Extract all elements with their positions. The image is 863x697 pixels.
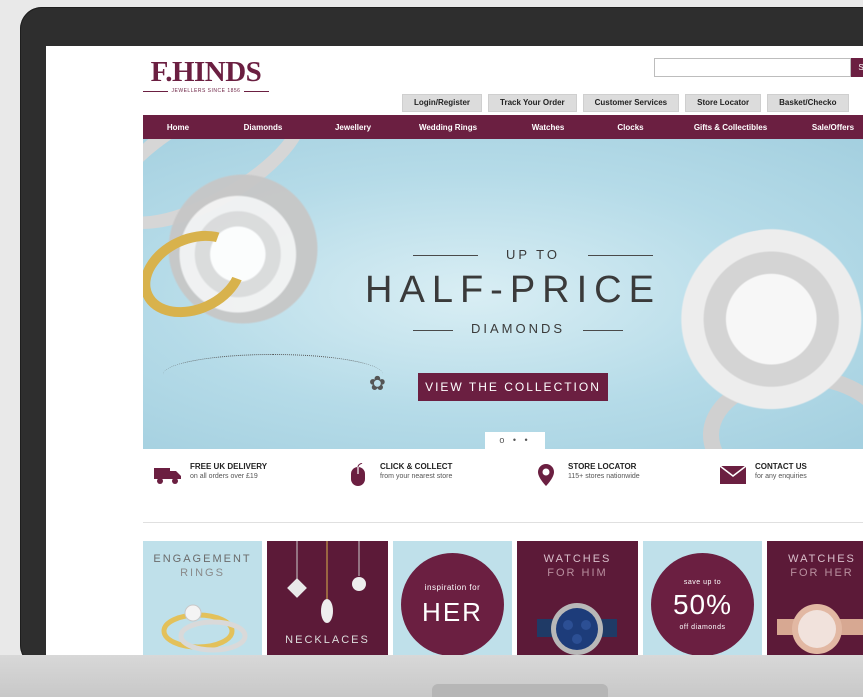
tile-save-diamonds[interactable]: save up to 50% off diamonds bbox=[643, 541, 762, 655]
hero-subtitle: DIAMONDS bbox=[470, 321, 566, 336]
site-logo[interactable]: F.HINDS JEWELLERS SINCE 1856 bbox=[143, 57, 269, 94]
feature-title: STORE LOCATOR bbox=[568, 462, 637, 471]
login-register-link[interactable]: Login/Register bbox=[402, 94, 483, 112]
website-screen: F.HINDS JEWELLERS SINCE 1856 S Login/Reg… bbox=[46, 46, 863, 655]
mens-watch-image bbox=[537, 603, 617, 655]
hero-line-right bbox=[588, 255, 653, 256]
hero-line-left-2 bbox=[413, 330, 453, 331]
tile-caption: off diamonds bbox=[679, 624, 726, 631]
nav-gifts-collectibles[interactable]: Gifts & Collectibles bbox=[668, 123, 793, 132]
basket-checkout-link[interactable]: Basket/Checko bbox=[767, 94, 849, 112]
store-locator-link[interactable]: Store Locator bbox=[685, 94, 762, 112]
feature-contact[interactable]: CONTACT US for any enquiries bbox=[719, 462, 807, 488]
nav-wedding-rings[interactable]: Wedding Rings bbox=[393, 123, 503, 132]
tile-engagement-rings[interactable]: ENGAGEMENT RINGS bbox=[143, 541, 262, 655]
tile-title: ENGAGEMENT bbox=[153, 553, 252, 565]
tile-watches-him[interactable]: WATCHES FOR HIM bbox=[517, 541, 638, 655]
feature-subtitle: from your nearest store bbox=[380, 473, 453, 480]
nav-jewellery[interactable]: Jewellery bbox=[313, 123, 393, 132]
tile-title: WATCHES bbox=[543, 553, 612, 565]
hero-banner[interactable]: UP TO HALF-PRICE DIAMONDS ✿ VIEW THE COL… bbox=[143, 139, 863, 449]
feature-subtitle: for any enquiries bbox=[755, 473, 807, 480]
utility-links: Login/Register Track Your Order Customer… bbox=[402, 94, 849, 112]
nav-diamonds[interactable]: Diamonds bbox=[213, 123, 313, 132]
tile-title: HER bbox=[422, 597, 483, 627]
track-order-link[interactable]: Track Your Order bbox=[488, 94, 577, 112]
search-input[interactable] bbox=[654, 58, 851, 77]
truck-icon bbox=[154, 462, 182, 488]
feature-title: CONTACT US bbox=[755, 462, 807, 471]
tile-subtitle: save up to bbox=[683, 579, 722, 586]
womens-watch-image bbox=[777, 604, 863, 654]
slider-dots[interactable]: o • • bbox=[485, 432, 545, 449]
tile-title: NECKLACES bbox=[285, 634, 370, 646]
hero-up-to: UP TO bbox=[505, 247, 561, 262]
ring-image bbox=[161, 604, 248, 653]
feature-subtitle: on all orders over £19 bbox=[190, 473, 258, 480]
baguette-ring-image bbox=[657, 213, 863, 445]
tile-necklaces[interactable]: NECKLACES bbox=[267, 541, 388, 655]
feature-title: FREE UK DELIVERY bbox=[190, 462, 268, 471]
logo-tagline: JEWELLERS SINCE 1856 bbox=[143, 88, 269, 94]
features-row: FREE UK DELIVERY on all orders over £19 … bbox=[154, 462, 863, 502]
logo-text: F.HINDS bbox=[150, 56, 262, 88]
feature-subtitle: 115+ stores nationwide bbox=[568, 473, 640, 480]
customer-services-link[interactable]: Customer Services bbox=[582, 94, 680, 112]
tile-inspiration-her[interactable]: inspiration for HER bbox=[393, 541, 512, 655]
tile-title: 50% bbox=[672, 589, 733, 620]
necklace-image bbox=[287, 541, 366, 623]
nav-clocks[interactable]: Clocks bbox=[593, 123, 668, 132]
bow-icon: ✿ bbox=[369, 373, 386, 395]
tile-subtitle: FOR HIM bbox=[547, 567, 608, 579]
feature-click-collect[interactable]: CLICK & COLLECT from your nearest store bbox=[344, 462, 452, 488]
dotted-ribbon bbox=[163, 354, 383, 395]
tile-subtitle: FOR HER bbox=[790, 567, 854, 579]
nav-home[interactable]: Home bbox=[143, 123, 213, 132]
envelope-icon bbox=[719, 462, 747, 488]
section-divider bbox=[143, 522, 863, 523]
hero-title: HALF-PRICE bbox=[365, 269, 661, 311]
promo-tiles: ENGAGEMENT RINGS NECKLACES inspiration f… bbox=[143, 541, 863, 655]
map-pin-icon bbox=[532, 462, 560, 488]
hero-line-left bbox=[413, 255, 478, 256]
feature-title: CLICK & COLLECT bbox=[380, 462, 453, 471]
main-nav: Home Diamonds Jewellery Wedding Rings Wa… bbox=[143, 115, 863, 139]
tile-title: WATCHES bbox=[788, 553, 856, 565]
feature-store-locator[interactable]: STORE LOCATOR 115+ stores nationwide bbox=[532, 462, 640, 488]
feature-delivery[interactable]: FREE UK DELIVERY on all orders over £19 bbox=[154, 462, 267, 488]
mouse-icon bbox=[344, 462, 372, 488]
tile-subtitle: RINGS bbox=[180, 567, 225, 579]
nav-watches[interactable]: Watches bbox=[503, 123, 593, 132]
search-button[interactable]: S bbox=[851, 58, 863, 77]
tile-subtitle: inspiration for bbox=[424, 583, 481, 592]
nav-sale-offers[interactable]: Sale/Offers bbox=[793, 123, 863, 132]
view-collection-button[interactable]: VIEW THE COLLECTION bbox=[418, 373, 608, 401]
tile-watches-her[interactable]: WATCHES FOR HER bbox=[767, 541, 863, 655]
laptop-notch bbox=[432, 684, 608, 697]
hero-line-right-2 bbox=[583, 330, 623, 331]
